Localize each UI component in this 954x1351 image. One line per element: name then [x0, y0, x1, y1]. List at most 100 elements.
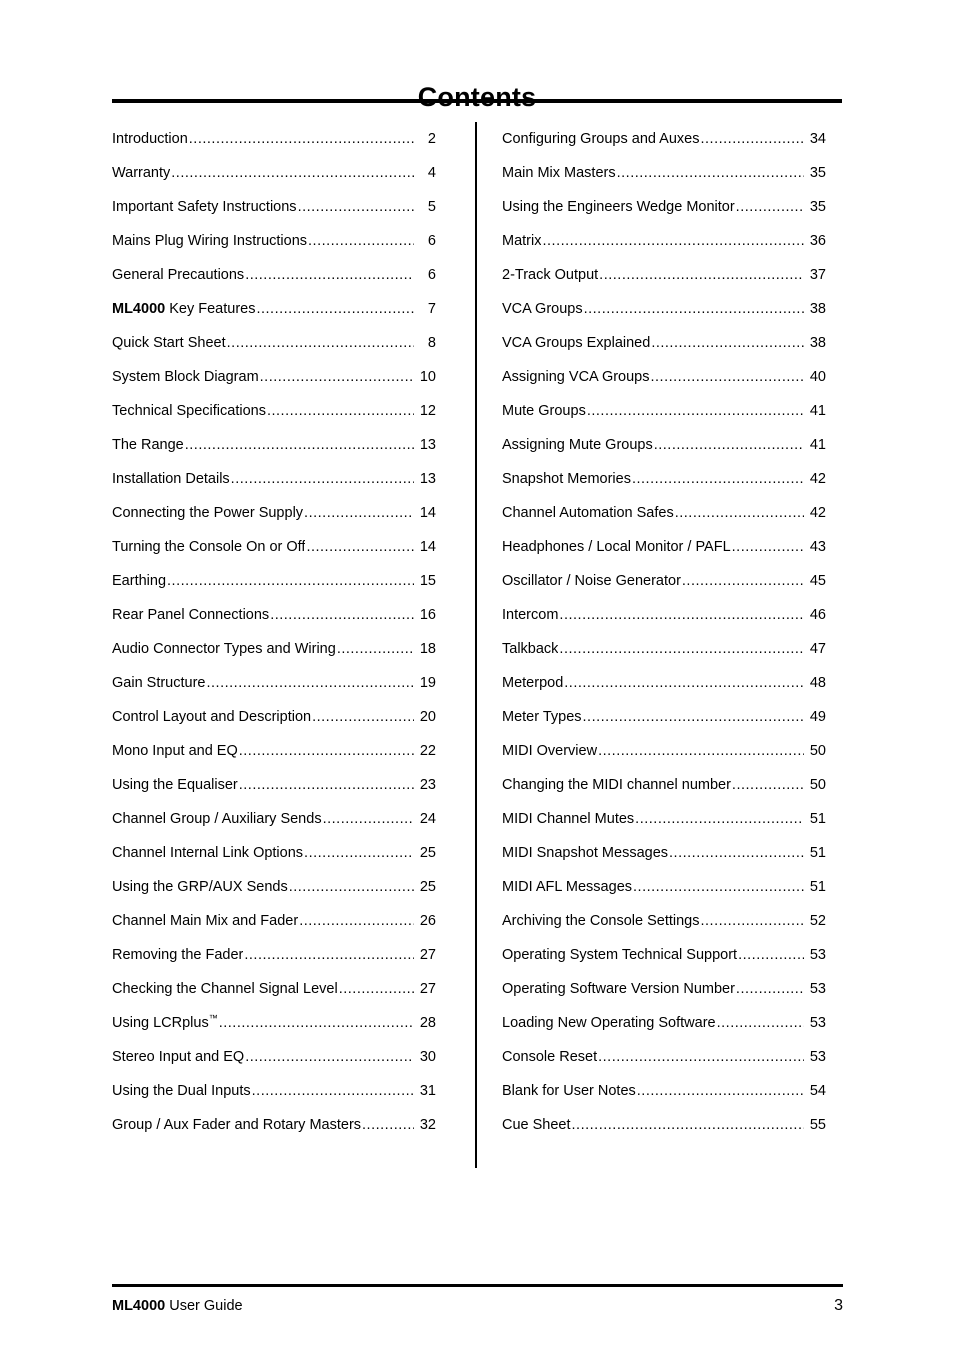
toc-entry[interactable]: Mains Plug Wiring Instructions 6 [112, 224, 436, 258]
toc-entry-label: Operating System Technical Support [502, 947, 738, 963]
toc-entry-label: Oscillator / Noise Generator [502, 573, 681, 589]
toc-entry-label: Blank for User Notes [502, 1083, 636, 1099]
toc-entry-label: Technical Specifications [112, 403, 266, 419]
toc-entry-page-number: 24 [419, 811, 436, 827]
toc-entry-page-number: 28 [419, 1015, 436, 1031]
toc-leader-dots [717, 1006, 804, 1040]
toc-entry[interactable]: Quick Start Sheet 8 [112, 326, 436, 360]
toc-entry[interactable]: Talkback 47 [502, 632, 826, 666]
toc-entry[interactable]: Mono Input and EQ 22 [112, 734, 436, 768]
toc-entry[interactable]: Checking the Channel Signal Level 27 [112, 972, 436, 1006]
toc-entry[interactable]: Stereo Input and EQ 30 [112, 1040, 436, 1074]
toc-entry[interactable]: The Range 13 [112, 428, 436, 462]
toc-entry[interactable]: VCA Groups Explained 38 [502, 326, 826, 360]
toc-entry[interactable]: Channel Automation Safes 42 [502, 496, 826, 530]
toc-entry[interactable]: Using the Equaliser 23 [112, 768, 436, 802]
toc-leader-dots [651, 326, 804, 360]
toc-entry-page-number: 40 [809, 369, 826, 385]
toc-entry-page-number: 53 [809, 1049, 826, 1065]
toc-entry-page-number: 6 [427, 233, 436, 249]
toc-leader-dots [669, 836, 804, 870]
toc-entry-label: Mono Input and EQ [112, 743, 238, 759]
toc-entry[interactable]: Using the Dual Inputs 31 [112, 1074, 436, 1108]
toc-entry[interactable]: Changing the MIDI channel number 50 [502, 768, 826, 802]
toc-entry[interactable]: Assigning VCA Groups 40 [502, 360, 826, 394]
toc-entry[interactable]: Channel Internal Link Options 25 [112, 836, 436, 870]
toc-entry-label: Control Layout and Description [112, 709, 312, 725]
toc-entry[interactable]: MIDI Snapshot Messages 51 [502, 836, 826, 870]
toc-entry-page-number: 55 [809, 1117, 826, 1133]
toc-entry-label: Stereo Input and EQ [112, 1049, 245, 1065]
toc-entry[interactable]: Technical Specifications 12 [112, 394, 436, 428]
toc-entry-page-number: 53 [809, 947, 826, 963]
toc-leader-dots [267, 394, 414, 428]
toc-entry[interactable]: Assigning Mute Groups 41 [502, 428, 826, 462]
toc-entry[interactable]: Intercom 46 [502, 598, 826, 632]
toc-entry[interactable]: Oscillator / Noise Generator 45 [502, 564, 826, 598]
toc-leader-dots [245, 1040, 414, 1074]
toc-entry-label: Console Reset [502, 1049, 598, 1065]
toc-entry[interactable]: Cue Sheet 55 [502, 1108, 826, 1142]
toc-entry[interactable]: Removing the Fader 27 [112, 938, 436, 972]
toc-entry[interactable]: System Block Diagram 10 [112, 360, 436, 394]
toc-entry-page-number: 23 [419, 777, 436, 793]
toc-entry[interactable]: MIDI Overview 50 [502, 734, 826, 768]
toc-entry[interactable]: Using LCRplus™ 28 [112, 1006, 436, 1040]
toc-entry[interactable]: ML4000 Key Features 7 [112, 292, 436, 326]
toc-entry-label: Loading New Operating Software [502, 1015, 716, 1031]
toc-leader-dots [299, 904, 414, 938]
toc-leader-dots [337, 632, 414, 666]
toc-entry[interactable]: Configuring Groups and Auxes 34 [502, 122, 826, 156]
toc-entry-label: Archiving the Console Settings [502, 913, 700, 929]
toc-entry[interactable]: Warranty 4 [112, 156, 436, 190]
toc-entry[interactable]: Archiving the Console Settings 52 [502, 904, 826, 938]
toc-leader-dots [362, 1108, 414, 1142]
toc-entry[interactable]: Important Safety Instructions 5 [112, 190, 436, 224]
toc-entry[interactable]: Gain Structure 19 [112, 666, 436, 700]
toc-entry-page-number: 16 [419, 607, 436, 623]
toc-entry[interactable]: Meter Types 49 [502, 700, 826, 734]
toc-entry[interactable]: 2-Track Output 37 [502, 258, 826, 292]
toc-entry[interactable]: Turning the Console On or Off 14 [112, 530, 436, 564]
toc-entry[interactable]: Earthing 15 [112, 564, 436, 598]
toc-entry[interactable]: Main Mix Masters 35 [502, 156, 826, 190]
toc-entry[interactable]: Using the GRP/AUX Sends 25 [112, 870, 436, 904]
toc-entry-label: MIDI Overview [502, 743, 598, 759]
toc-entry[interactable]: Operating Software Version Number 53 [502, 972, 826, 1006]
toc-entry-label: Checking the Channel Signal Level [112, 981, 338, 997]
toc-entry[interactable]: Audio Connector Types and Wiring 18 [112, 632, 436, 666]
toc-entry[interactable]: Group / Aux Fader and Rotary Masters 32 [112, 1108, 436, 1142]
toc-entry-label: Using the Engineers Wedge Monitor [502, 199, 735, 215]
toc-leader-dots [256, 292, 414, 326]
toc-entry[interactable]: Console Reset 53 [502, 1040, 826, 1074]
toc-entry[interactable]: MIDI Channel Mutes 51 [502, 802, 826, 836]
toc-leader-dots [599, 258, 804, 292]
toc-entry[interactable]: Meterpod 48 [502, 666, 826, 700]
toc-entry[interactable]: Channel Main Mix and Fader 26 [112, 904, 436, 938]
toc-entry[interactable]: Headphones / Local Monitor / PAFL 43 [502, 530, 826, 564]
toc-entry-page-number: 47 [809, 641, 826, 657]
toc-entry[interactable]: Loading New Operating Software 53 [502, 1006, 826, 1040]
toc-entry[interactable]: Introduction 2 [112, 122, 436, 156]
toc-entry[interactable]: Operating System Technical Support 53 [502, 938, 826, 972]
toc-entry-label: Channel Main Mix and Fader [112, 913, 299, 929]
toc-entry-label: Mains Plug Wiring Instructions [112, 233, 308, 249]
toc-leader-dots [651, 360, 805, 394]
toc-leader-dots [252, 1074, 414, 1108]
toc-entry[interactable]: Using the Engineers Wedge Monitor 35 [502, 190, 826, 224]
toc-leader-dots [572, 1108, 804, 1142]
toc-entry[interactable]: Installation Details 13 [112, 462, 436, 496]
toc-entry[interactable]: MIDI AFL Messages 51 [502, 870, 826, 904]
toc-entry[interactable]: Blank for User Notes 54 [502, 1074, 826, 1108]
toc-entry[interactable]: Matrix 36 [502, 224, 826, 258]
toc-entry-page-number: 4 [427, 165, 436, 181]
toc-entry[interactable]: General Precautions 6 [112, 258, 436, 292]
toc-entry[interactable]: Mute Groups 41 [502, 394, 826, 428]
toc-entry[interactable]: Rear Panel Connections 16 [112, 598, 436, 632]
toc-entry[interactable]: VCA Groups 38 [502, 292, 826, 326]
toc-entry[interactable]: Control Layout and Description 20 [112, 700, 436, 734]
toc-entry[interactable]: Connecting the Power Supply 14 [112, 496, 436, 530]
toc-entry-page-number: 53 [809, 1015, 826, 1031]
toc-entry[interactable]: Channel Group / Auxiliary Sends 24 [112, 802, 436, 836]
toc-entry[interactable]: Snapshot Memories 42 [502, 462, 826, 496]
